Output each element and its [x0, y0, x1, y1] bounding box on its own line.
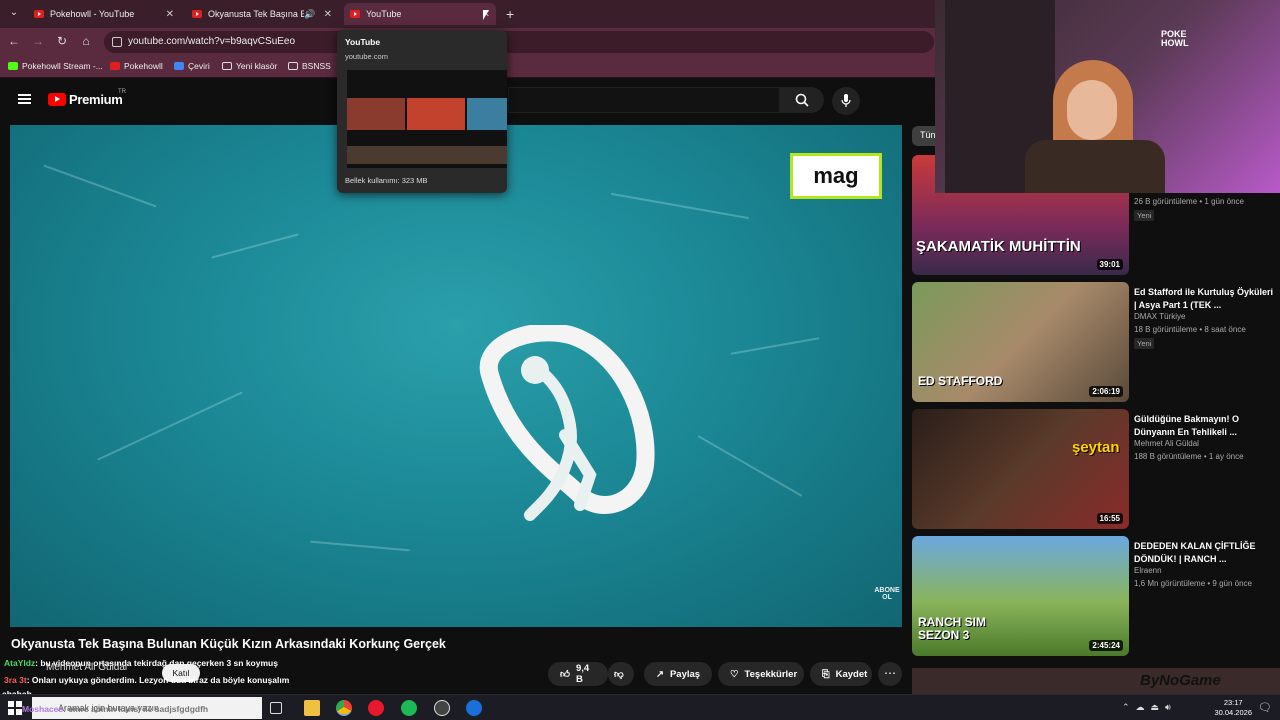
home-button[interactable]: ⌂ — [78, 34, 94, 48]
tab-hover-card: YouTube youtube.com Bellek kullanımı: 32… — [337, 30, 507, 193]
address-bar[interactable]: youtube.com/watch?v=b9aqvCSuEeo — [104, 31, 934, 53]
like-button[interactable]: 👍︎ 9,4 B — [548, 662, 608, 686]
youtube-favicon-icon — [192, 10, 202, 18]
chrome-icon[interactable] — [336, 700, 352, 716]
youtube-favicon-icon — [34, 10, 44, 18]
video-title: Okyanusta Tek Başına Bulunan Küçük Kızın… — [11, 637, 446, 651]
youtube-premium-logo[interactable]: Premium TR — [48, 89, 126, 107]
recommendation-item[interactable]: RANCH SIM SEZON 3 2:45:24 DEDEDEN KALAN … — [912, 536, 1280, 656]
task-view-icon[interactable] — [270, 702, 282, 714]
video-thumbnail[interactable]: şeytan 16:55 — [912, 409, 1129, 529]
recommendation-item-partial[interactable]: ByNoGame — [912, 668, 1280, 694]
bookmark-pokehowll[interactable]: Pokehowll — [110, 61, 163, 71]
recommendation-item[interactable]: ED STAFFORD 2:06:19 Ed Stafford ile Kurt… — [912, 282, 1280, 402]
save-button[interactable]: ⎘ Kaydet — [810, 662, 872, 686]
obs-icon[interactable] — [434, 700, 450, 716]
share-icon: ↗ — [656, 668, 664, 680]
share-button[interactable]: ↗ Paylaş — [644, 662, 712, 686]
video-player[interactable]: mag ABONE OL — [10, 125, 902, 627]
voice-search-button[interactable] — [832, 87, 860, 115]
menu-icon[interactable] — [18, 94, 31, 104]
clock[interactable]: 23:17 30.04.2026 — [1214, 698, 1252, 718]
file-explorer-icon[interactable] — [304, 700, 320, 716]
chat-message: Moshacee: emre abinin karisi ile sadjsfg… — [22, 704, 209, 714]
youtube-icon — [110, 62, 120, 70]
new-tab-button[interactable]: + — [506, 6, 514, 22]
youtube-logo-icon — [48, 93, 66, 106]
bookmark-yeni-klasor[interactable]: Yeni klasör — [222, 61, 277, 71]
spotify-icon[interactable] — [401, 700, 417, 716]
translate-icon — [174, 62, 184, 70]
mag-watermark-logo: mag — [790, 153, 882, 199]
bookmark-pokehowll-stream[interactable]: Pokehowll Stream -... — [8, 61, 103, 71]
steam-icon[interactable] — [466, 700, 482, 716]
thanks-button[interactable]: ♡ Teşekkürler — [718, 662, 804, 686]
tab-search-icon[interactable]: ⌄ — [6, 5, 22, 21]
thumbs-up-icon: 👍︎ — [560, 669, 570, 680]
microphone-icon — [841, 94, 851, 107]
system-tray-icons[interactable]: ⌃☁⏏🔊︎ — [1122, 702, 1177, 713]
windows-start-icon[interactable] — [8, 701, 22, 715]
subscribe-watermark[interactable]: ABONE OL — [872, 587, 902, 601]
child-on-float-image — [479, 325, 655, 521]
reload-button[interactable]: ↻ — [54, 34, 70, 48]
bookmark-bsnss[interactable]: BSNSS — [288, 61, 331, 71]
search-button[interactable] — [780, 87, 824, 113]
recommendation-item[interactable]: şeytan 16:55 Güldüğüne Bakmayın! O Dünya… — [912, 409, 1280, 529]
super-thanks-icon: ♡ — [730, 668, 739, 680]
close-tab-icon[interactable]: ✕ — [324, 9, 332, 20]
bynogame-overlay-logo: ByNoGame — [1140, 672, 1221, 689]
forward-button[interactable]: → — [30, 34, 46, 48]
kick-icon — [8, 62, 18, 70]
bookmark-ceviri[interactable]: Çeviri — [174, 61, 210, 71]
search-icon — [795, 93, 809, 107]
video-thumbnail[interactable]: ED STAFFORD 2:06:19 — [912, 282, 1129, 402]
dislike-button[interactable]: 👎︎ — [608, 662, 634, 686]
site-info-icon[interactable] — [112, 37, 122, 47]
neon-sign: POKE HOWL — [1161, 29, 1189, 48]
notification-icon[interactable]: 🗨︎ — [1258, 701, 1272, 714]
tab-youtube[interactable]: YouTube ✕ — [344, 3, 496, 25]
folder-icon — [288, 62, 298, 70]
speaker-icon[interactable]: 🔊 — [304, 9, 315, 20]
channel-name[interactable]: Mehmet Ali Güldal — [46, 662, 127, 673]
tab-pokehowll[interactable]: Pokehowll - YouTube ✕ — [28, 3, 180, 25]
close-tab-icon[interactable]: ✕ — [166, 9, 174, 20]
search-input[interactable] — [508, 87, 780, 113]
tab-preview-thumbnail — [347, 70, 507, 168]
video-thumbnail[interactable]: RANCH SIM SEZON 3 2:45:24 — [912, 536, 1129, 656]
chat-message: 3ra 3t: Onları uykuya gönderdim. Lezyon … — [4, 675, 290, 685]
opera-icon[interactable] — [368, 700, 384, 716]
bookmark-icon: ⎘ — [822, 668, 830, 680]
tab-okyanusta[interactable]: Okyanusta Tek Başına Bulun 🔊 ✕ — [186, 3, 338, 25]
more-options-icon[interactable]: ⋯ — [878, 662, 902, 686]
folder-icon — [222, 62, 232, 70]
streamer-webcam: POKE HOWL — [935, 0, 1280, 193]
thumbs-down-icon: 👎︎ — [614, 669, 624, 680]
back-button[interactable]: ← — [6, 34, 22, 48]
youtube-favicon-icon — [350, 10, 360, 18]
mouse-cursor — [483, 10, 489, 20]
